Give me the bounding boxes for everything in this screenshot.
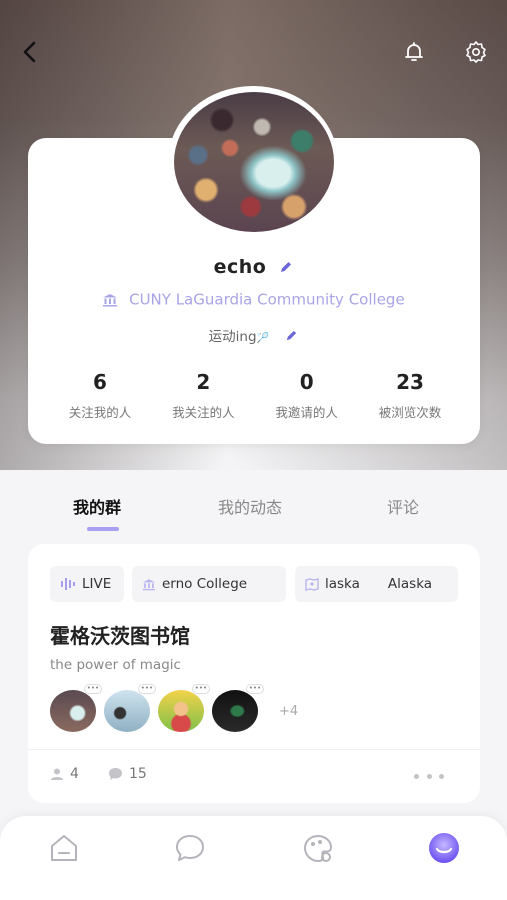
stat-label: 我关注的人: [172, 405, 235, 420]
member-count-value: 4: [70, 766, 79, 782]
live-tag[interactable]: LIVE: [50, 566, 124, 602]
person-icon: [51, 768, 63, 780]
back-button[interactable]: [10, 32, 50, 72]
comment-count: 15: [108, 766, 147, 782]
nav-profile[interactable]: [424, 828, 464, 868]
stat-value: 0: [299, 370, 314, 394]
college-tag[interactable]: erno College: [132, 566, 286, 602]
nav-chat[interactable]: [170, 828, 210, 868]
live-label: LIVE: [82, 576, 112, 592]
live-icon: [61, 578, 75, 590]
signature-text: 运动ing: [208, 329, 257, 345]
edit-name-button[interactable]: [279, 259, 293, 278]
pencil-icon: [287, 330, 297, 340]
tab-my-posts[interactable]: 我的动态: [218, 494, 282, 518]
discover-icon: [303, 834, 333, 863]
nav-discover[interactable]: [298, 828, 338, 868]
comment-count-value: 15: [129, 766, 147, 782]
stat-views: 23 被浏览次数: [360, 370, 460, 421]
location-label-partial: laska: [325, 576, 360, 592]
signature-row: 运动ing🏸: [0, 325, 507, 346]
school-icon: [142, 578, 156, 590]
stat-label: 被浏览次数: [378, 405, 442, 420]
school-row: CUNY LaGuardia Community College: [0, 290, 507, 309]
profile-stats: 6 关注我的人 2 我关注的人 0 我邀请的人 23 被浏览次数: [50, 370, 460, 421]
user-name: echo: [213, 256, 267, 278]
top-bar: [0, 32, 507, 76]
member-badge: •••: [192, 684, 210, 694]
more-members-count[interactable]: +4: [279, 704, 298, 719]
location-tag[interactable]: laska Alaska: [295, 566, 458, 602]
profile-icon: [429, 833, 459, 863]
content-tabs: 我的群 我的动态 评论: [0, 494, 507, 534]
stat-label: 我邀请的人: [275, 405, 338, 420]
map-icon: [305, 577, 319, 591]
notifications-button[interactable]: [394, 32, 434, 72]
member-badge: •••: [138, 684, 156, 694]
stat-value: 6: [93, 370, 107, 394]
member-avatar[interactable]: [212, 690, 258, 732]
member-count: 4: [50, 766, 79, 782]
settings-button[interactable]: [456, 32, 496, 72]
nav-home[interactable]: [44, 828, 84, 868]
home-icon: [51, 835, 77, 861]
member-avatar[interactable]: [104, 690, 150, 732]
card-divider: [28, 749, 480, 750]
stat-value: 23: [396, 370, 424, 394]
chat-icon: [176, 835, 204, 861]
name-row: echo: [0, 256, 507, 278]
pencil-icon: [281, 262, 292, 272]
comment-icon: [109, 768, 122, 780]
stat-label: 关注我的人: [68, 405, 132, 420]
school-name: CUNY LaGuardia Community College: [129, 290, 405, 309]
stat-invited[interactable]: 0 我邀请的人: [257, 370, 357, 421]
group-description: the power of magic: [50, 657, 181, 673]
stat-value: 2: [196, 370, 211, 394]
school-icon: [103, 293, 118, 306]
member-badge: •••: [246, 684, 264, 694]
tab-my-groups[interactable]: 我的群: [73, 494, 121, 518]
member-badge: •••: [84, 684, 102, 694]
stat-followers[interactable]: 6 关注我的人: [50, 370, 150, 421]
avatar[interactable]: [174, 92, 334, 232]
active-tab-indicator: [87, 527, 119, 531]
edit-signature-button[interactable]: [285, 329, 298, 346]
location-label: Alaska: [387, 576, 433, 592]
back-arrow-icon: [23, 41, 36, 63]
tab-comments[interactable]: 评论: [387, 494, 419, 518]
group-title: 霍格沃茨图书馆: [50, 624, 190, 648]
college-label: erno College: [162, 576, 248, 592]
signature-emoji: 🏸: [256, 333, 270, 344]
group-more-menu-button[interactable]: [414, 766, 444, 786]
member-avatar[interactable]: [158, 690, 204, 732]
bell-icon: [405, 42, 423, 61]
member-avatar[interactable]: [50, 690, 96, 732]
stat-following[interactable]: 2 我关注的人: [153, 370, 253, 421]
settings-icon: [466, 41, 486, 63]
